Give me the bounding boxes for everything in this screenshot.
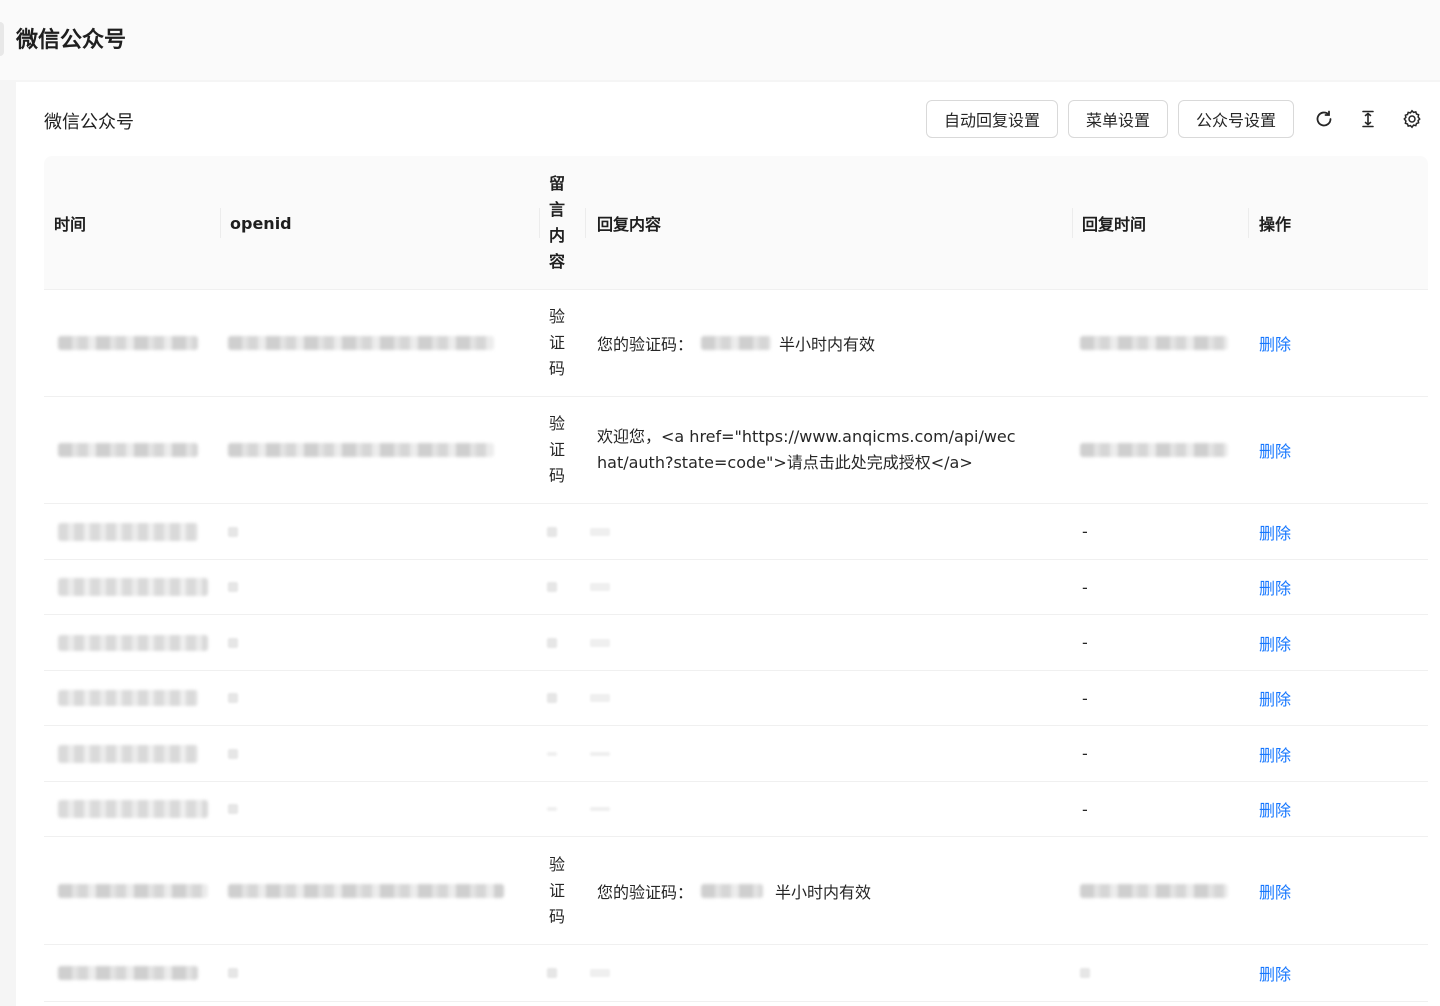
reply-time-redacted xyxy=(1080,968,1090,978)
content-redacted xyxy=(547,582,557,592)
delete-link[interactable]: 删除 xyxy=(1259,742,1291,766)
page-title: 微信公众号 xyxy=(16,28,127,53)
card-title: 微信公众号 xyxy=(44,112,134,133)
time-value-redacted xyxy=(58,690,198,706)
reply-time-value: - xyxy=(1082,688,1088,708)
column-header-content: 留言内容 xyxy=(548,174,565,271)
delete-link[interactable]: 删除 xyxy=(1259,631,1291,655)
auto-reply-settings-button[interactable]: 自动回复设置 xyxy=(925,100,1058,138)
message-table: 时间 openid 留言内容 回复内容 回复时间 操作 验证码 您的验证码： 半… xyxy=(44,156,1428,1002)
table-header: 时间 openid 留言内容 回复内容 回复时间 操作 xyxy=(44,156,1428,290)
reply-redacted xyxy=(590,638,610,647)
table-row: - 删除 xyxy=(44,504,1428,560)
delete-link[interactable]: 删除 xyxy=(1259,331,1291,355)
content-redacted xyxy=(547,751,557,756)
reply-time-redacted xyxy=(1080,336,1228,350)
column-header-reply-time: 回复时间 xyxy=(1082,215,1147,234)
column-header-time: 时间 xyxy=(54,215,87,234)
reply-time-value: - xyxy=(1082,633,1088,652)
reply-time-redacted xyxy=(1080,883,1228,898)
message-content: 验证码 xyxy=(548,854,565,926)
reply-redacted xyxy=(590,807,610,811)
reply-redacted xyxy=(590,583,610,591)
reply-suffix: 半小时内有效 xyxy=(775,882,872,902)
page-header: 微信公众号 xyxy=(0,0,1440,80)
column-divider xyxy=(1072,208,1073,238)
code-redacted xyxy=(701,883,764,898)
content-redacted xyxy=(547,968,557,978)
menu-settings-button[interactable]: 菜单设置 xyxy=(1067,100,1168,138)
delete-link[interactable]: 删除 xyxy=(1259,438,1291,462)
reply-prefix: 您的验证码： xyxy=(597,335,694,354)
time-value-redacted xyxy=(58,883,208,898)
time-value-redacted xyxy=(58,744,198,763)
content-redacted xyxy=(547,693,557,703)
reply-redacted xyxy=(590,694,610,702)
openid-value-redacted xyxy=(228,526,238,537)
reply-suffix: 半小时内有效 xyxy=(779,335,876,354)
table-row: - 删除 xyxy=(44,671,1428,726)
time-value-redacted xyxy=(58,336,198,350)
reply-time-value: - xyxy=(1082,522,1088,541)
openid-value-redacted xyxy=(228,804,238,814)
time-value-redacted xyxy=(58,966,198,980)
table-row: 验证码 您的验证码： 半小时内有效 删除 xyxy=(44,290,1428,397)
reply-redacted xyxy=(590,969,610,977)
delete-link[interactable]: 删除 xyxy=(1259,961,1291,985)
column-header-action: 操作 xyxy=(1259,215,1292,234)
reply-prefix: 您的验证码： xyxy=(597,882,694,902)
setting-icon[interactable] xyxy=(1398,105,1426,133)
table-row: - 删除 xyxy=(44,560,1428,615)
message-content: 验证码 xyxy=(548,307,565,378)
message-content: 验证码 xyxy=(548,414,565,485)
account-settings-button[interactable]: 公众号设置 xyxy=(1177,100,1294,138)
code-redacted xyxy=(701,336,772,350)
delete-link[interactable]: 删除 xyxy=(1259,575,1291,599)
content-redacted xyxy=(547,526,557,537)
reply-redacted xyxy=(590,751,610,756)
delete-link[interactable]: 删除 xyxy=(1259,686,1291,710)
column-divider xyxy=(585,208,586,238)
openid-value-redacted xyxy=(228,748,238,759)
time-value-redacted xyxy=(58,634,208,651)
delete-link[interactable]: 删除 xyxy=(1259,879,1291,903)
table-row: 删除 xyxy=(44,945,1428,1002)
table-row: - 删除 xyxy=(44,615,1428,671)
reply-content: 欢迎您，<a href="https://www.anqicms.com/api… xyxy=(597,427,1016,472)
content-redacted xyxy=(547,637,557,648)
content-card: 微信公众号 自动回复设置 菜单设置 公众号设置 时间 openid 留言内容 回… xyxy=(16,82,1440,1006)
toolbar: 自动回复设置 菜单设置 公众号设置 xyxy=(925,100,1426,138)
delete-link[interactable]: 删除 xyxy=(1259,520,1291,544)
openid-value-redacted xyxy=(228,336,494,350)
openid-value-redacted xyxy=(228,637,238,648)
content-redacted xyxy=(547,807,557,811)
reply-time-value: - xyxy=(1082,744,1088,763)
table-row: 验证码 您的验证码： 半小时内有效 删除 xyxy=(44,837,1428,945)
openid-value-redacted xyxy=(228,693,238,703)
time-value-redacted xyxy=(58,443,198,457)
openid-value-redacted xyxy=(228,968,238,978)
time-value-redacted xyxy=(58,522,198,541)
reply-redacted xyxy=(590,527,610,536)
table-row: - 删除 xyxy=(44,726,1428,782)
column-height-icon[interactable] xyxy=(1354,105,1382,133)
openid-value-redacted xyxy=(228,582,238,592)
openid-value-redacted xyxy=(228,883,504,898)
table-row: - 删除 xyxy=(44,782,1428,837)
column-header-openid: openid xyxy=(230,213,292,233)
column-header-reply: 回复内容 xyxy=(597,215,662,234)
time-value-redacted xyxy=(58,800,208,818)
column-divider xyxy=(1248,208,1249,238)
reply-time-redacted xyxy=(1080,443,1228,457)
time-value-redacted xyxy=(58,578,208,596)
collapse-edge xyxy=(0,22,4,56)
reply-time-value: - xyxy=(1082,799,1088,819)
delete-link[interactable]: 删除 xyxy=(1259,797,1291,821)
reload-icon[interactable] xyxy=(1310,105,1338,133)
column-divider xyxy=(220,208,221,238)
table-row: 验证码 欢迎您，<a href="https://www.anqicms.com… xyxy=(44,397,1428,504)
reply-time-value: - xyxy=(1082,577,1088,597)
column-divider xyxy=(539,208,540,238)
openid-value-redacted xyxy=(228,443,494,457)
